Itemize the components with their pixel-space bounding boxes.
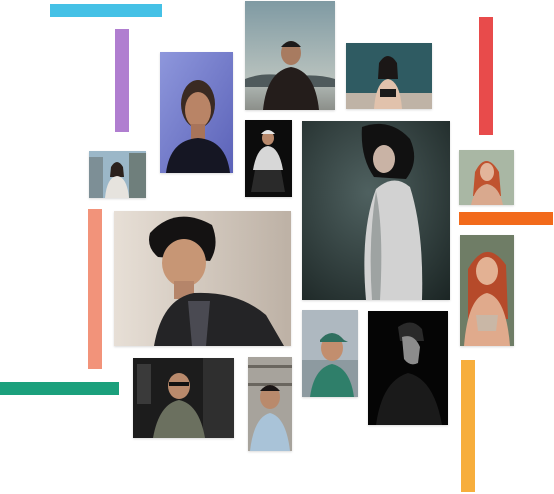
portrait-man-cap-seated [245, 120, 292, 197]
accent-bar-green [0, 382, 119, 395]
portrait-man-dark-profile [368, 311, 448, 425]
portrait-woman-teal-wall [346, 43, 432, 109]
portrait-redhead-woman-outdoor [459, 150, 514, 205]
accent-bar-orange [459, 212, 553, 225]
portrait-redhead-woman-smiling [460, 235, 514, 346]
portrait-woman-city-street [89, 151, 146, 198]
accent-bar-purple [115, 29, 129, 132]
accent-bar-salmon [88, 209, 102, 369]
portrait-man-bookshelf [248, 357, 292, 451]
portrait-man-blazer-looking-down [114, 211, 291, 346]
accent-bar-red [479, 17, 493, 135]
accent-bar-cyan [50, 4, 162, 17]
portrait-woman-white-robe-profile [302, 121, 450, 300]
accent-bar-yellow [461, 360, 475, 492]
portrait-man-glasses-dark-room [133, 358, 234, 438]
portrait-man-green-cap-smiling [302, 310, 358, 397]
portrait-man-by-lake [245, 1, 335, 110]
portrait-woman-blue-background [160, 52, 233, 173]
